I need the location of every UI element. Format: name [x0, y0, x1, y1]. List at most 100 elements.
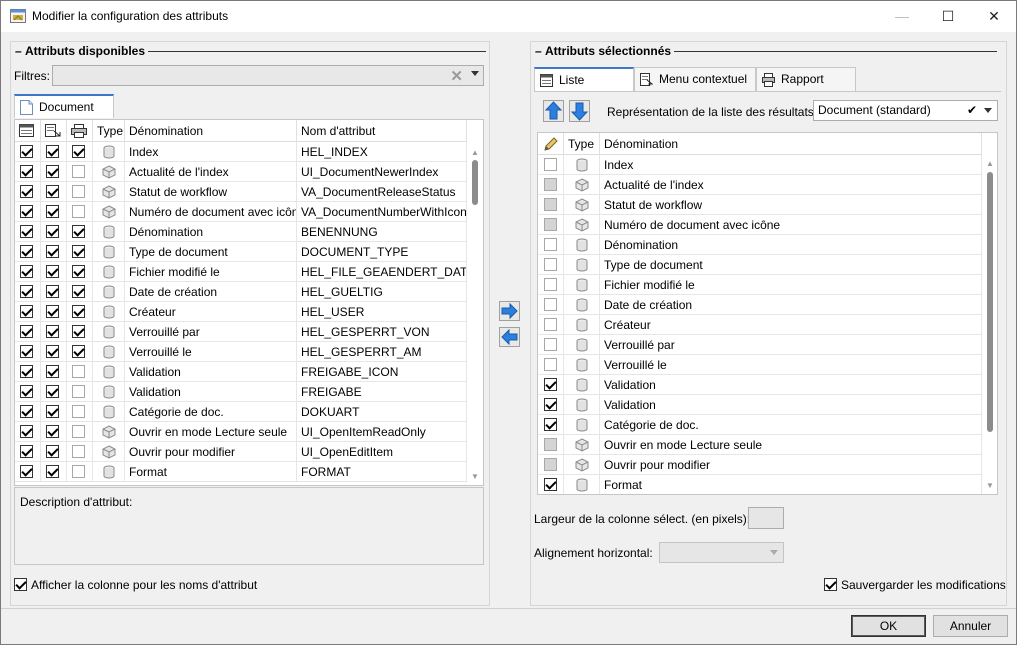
- row-checkbox[interactable]: [72, 425, 85, 438]
- col-edit-header[interactable]: [538, 133, 564, 155]
- col-type-header[interactable]: Type: [564, 133, 600, 155]
- show-attr-column-checkbox[interactable]: [14, 578, 27, 591]
- row-checkbox[interactable]: [46, 165, 59, 178]
- table-row[interactable]: Verrouillé par HEL_GESPERRT_VON: [15, 322, 467, 342]
- table-row[interactable]: Verrouillé par: [538, 335, 982, 355]
- table-row[interactable]: Statut de workflow: [538, 195, 982, 215]
- scroll-up-icon[interactable]: ▲: [986, 159, 994, 168]
- table-row[interactable]: Numéro de document avec icône VA_Document…: [15, 202, 467, 222]
- table-row[interactable]: Créateur HEL_USER: [15, 302, 467, 322]
- row-checkbox[interactable]: [544, 398, 557, 411]
- row-checkbox[interactable]: [46, 365, 59, 378]
- table-row[interactable]: Actualité de l'index UI_DocumentNewerInde…: [15, 162, 467, 182]
- row-checkbox[interactable]: [46, 145, 59, 158]
- filter-combobox[interactable]: ✕: [52, 65, 484, 86]
- maximize-icon[interactable]: ☐: [933, 5, 963, 27]
- row-checkbox[interactable]: [46, 225, 59, 238]
- scroll-thumb[interactable]: [472, 160, 478, 205]
- cancel-button[interactable]: Annuler: [933, 615, 1008, 637]
- row-checkbox[interactable]: [72, 225, 85, 238]
- row-checkbox[interactable]: [20, 225, 33, 238]
- table-row[interactable]: Validation: [538, 375, 982, 395]
- row-checkbox[interactable]: [46, 345, 59, 358]
- remove-attribute-button[interactable]: [499, 327, 520, 347]
- row-checkbox[interactable]: [20, 165, 33, 178]
- table-row[interactable]: Type de document: [538, 255, 982, 275]
- col-name-header[interactable]: Dénomination: [600, 133, 982, 155]
- row-checkbox[interactable]: [46, 405, 59, 418]
- col-search-header[interactable]: [41, 120, 67, 142]
- row-checkbox[interactable]: [544, 338, 557, 351]
- row-checkbox[interactable]: [72, 165, 85, 178]
- row-checkbox[interactable]: [46, 445, 59, 458]
- tab-document[interactable]: Document: [14, 94, 114, 118]
- vertical-scrollbar[interactable]: ▲ ▼: [467, 142, 483, 485]
- row-checkbox[interactable]: [72, 325, 85, 338]
- row-checkbox[interactable]: [72, 205, 85, 218]
- table-row[interactable]: Catégorie de doc. DOKUART: [15, 402, 467, 422]
- chevron-down-icon[interactable]: [471, 71, 479, 76]
- vertical-scrollbar[interactable]: ▲ ▼: [982, 155, 997, 494]
- table-row[interactable]: Index: [538, 155, 982, 175]
- row-checkbox[interactable]: [46, 245, 59, 258]
- table-row[interactable]: Dénomination: [538, 235, 982, 255]
- row-checkbox[interactable]: [72, 345, 85, 358]
- table-row[interactable]: Ouvrir en mode Lecture seule UI_OpenItemR…: [15, 422, 467, 442]
- add-attribute-button[interactable]: [499, 301, 520, 321]
- row-checkbox[interactable]: [72, 445, 85, 458]
- row-checkbox[interactable]: [46, 465, 59, 478]
- row-checkbox[interactable]: [46, 185, 59, 198]
- table-row[interactable]: Actualité de l'index: [538, 175, 982, 195]
- row-checkbox[interactable]: [544, 418, 557, 431]
- row-checkbox[interactable]: [72, 465, 85, 478]
- row-checkbox[interactable]: [20, 325, 33, 338]
- table-row[interactable]: Fichier modifié le: [538, 275, 982, 295]
- scroll-down-icon[interactable]: ▼: [471, 472, 479, 481]
- table-row[interactable]: Date de création: [538, 295, 982, 315]
- table-row[interactable]: Type de document DOCUMENT_TYPE: [15, 242, 467, 262]
- row-checkbox[interactable]: [544, 378, 557, 391]
- table-row[interactable]: Validation: [538, 395, 982, 415]
- table-row[interactable]: Dénomination BENENNUNG: [15, 222, 467, 242]
- row-checkbox[interactable]: [544, 358, 557, 371]
- move-down-button[interactable]: [569, 100, 590, 122]
- table-row[interactable]: Catégorie de doc.: [538, 415, 982, 435]
- row-checkbox[interactable]: [544, 238, 557, 251]
- row-checkbox[interactable]: [544, 478, 557, 491]
- row-checkbox[interactable]: [46, 285, 59, 298]
- row-checkbox[interactable]: [46, 425, 59, 438]
- table-row[interactable]: Statut de workflow VA_DocumentReleaseStat…: [15, 182, 467, 202]
- row-checkbox[interactable]: [20, 305, 33, 318]
- col-type-header[interactable]: Type: [93, 120, 125, 142]
- representation-select[interactable]: Document (standard) ✔: [813, 100, 998, 121]
- row-checkbox[interactable]: [72, 145, 85, 158]
- row-checkbox[interactable]: [72, 265, 85, 278]
- row-checkbox[interactable]: [20, 385, 33, 398]
- col-name-header[interactable]: Dénomination: [125, 120, 297, 142]
- row-checkbox[interactable]: [544, 278, 557, 291]
- row-checkbox[interactable]: [46, 305, 59, 318]
- row-checkbox[interactable]: [72, 185, 85, 198]
- table-row[interactable]: Ouvrir pour modifier: [538, 455, 982, 475]
- row-checkbox[interactable]: [20, 145, 33, 158]
- row-checkbox[interactable]: [20, 285, 33, 298]
- row-checkbox[interactable]: [544, 298, 557, 311]
- ok-button[interactable]: OK: [851, 615, 926, 637]
- row-checkbox[interactable]: [544, 198, 557, 211]
- col-visible-header[interactable]: [15, 120, 41, 142]
- tab-menu-contextuel[interactable]: Menu contextuel: [634, 67, 756, 91]
- close-icon[interactable]: ✕: [979, 5, 1009, 27]
- row-checkbox[interactable]: [72, 365, 85, 378]
- table-row[interactable]: Créateur: [538, 315, 982, 335]
- col-report-header[interactable]: [67, 120, 93, 142]
- chevron-down-icon[interactable]: [770, 550, 778, 555]
- table-row[interactable]: Validation FREIGABE_ICON: [15, 362, 467, 382]
- row-checkbox[interactable]: [544, 458, 557, 471]
- row-checkbox[interactable]: [72, 285, 85, 298]
- row-checkbox[interactable]: [72, 305, 85, 318]
- row-checkbox[interactable]: [72, 405, 85, 418]
- table-row[interactable]: Numéro de document avec icône: [538, 215, 982, 235]
- row-checkbox[interactable]: [46, 265, 59, 278]
- row-checkbox[interactable]: [20, 265, 33, 278]
- table-row[interactable]: Fichier modifié le HEL_FILE_GEAENDERT_DAT…: [15, 262, 467, 282]
